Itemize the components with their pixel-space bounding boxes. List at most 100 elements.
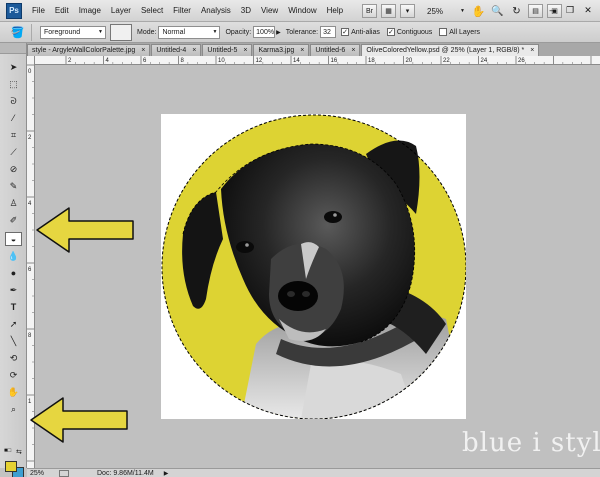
menu-analysis[interactable]: Analysis	[199, 4, 233, 17]
close-tab-icon[interactable]: ×	[300, 47, 304, 54]
close-tab-icon[interactable]: ×	[243, 47, 247, 54]
antialias-checkbox[interactable]: ✓	[341, 28, 350, 36]
close-tab-icon[interactable]: ×	[141, 47, 145, 54]
move-icon[interactable]: ➤	[5, 60, 22, 74]
restore-icon[interactable]: ❐	[564, 4, 576, 16]
ruler-label: 18	[368, 58, 375, 64]
hand-tool-icon[interactable]: ✋	[471, 4, 486, 18]
chevron-right-icon[interactable]: ▶	[164, 470, 169, 477]
crop-icon[interactable]: ⌗	[5, 128, 22, 142]
chevron-right-icon[interactable]: ▶	[276, 29, 281, 36]
tab-karma3[interactable]: Karma3.jpg ×	[253, 44, 310, 56]
dog-photo	[161, 114, 466, 419]
bridge-icon[interactable]: Br	[362, 4, 377, 18]
mini-bridge-icon[interactable]: ▦	[381, 4, 396, 18]
extras-icon[interactable]: ▾	[400, 4, 415, 18]
lasso-icon[interactable]: ᘐ	[5, 94, 22, 108]
close-tab-icon[interactable]: ×	[530, 47, 534, 54]
contiguous-checkbox[interactable]: ✓	[386, 28, 395, 36]
quick-select-icon[interactable]: ⁄	[5, 111, 22, 125]
menu-layer[interactable]: Layer	[109, 4, 133, 17]
pattern-picker[interactable]	[110, 23, 132, 41]
stamp-icon[interactable]: ♙	[5, 196, 22, 210]
dodge-icon[interactable]: ●	[5, 266, 22, 280]
type-icon[interactable]: T	[5, 300, 22, 314]
mode-value: Normal	[162, 28, 186, 36]
menu-image[interactable]: Image	[77, 4, 103, 17]
ruler-label: 2	[28, 135, 32, 141]
swap-colors-icon[interactable]: ⇆	[16, 448, 22, 456]
status-bar: 25% Doc: 9.86M/11.4M ▶	[27, 468, 600, 477]
menu-bar: Ps File Edit Image Layer Select Filter A…	[0, 0, 600, 22]
canvas-area[interactable]	[30, 65, 600, 468]
toolbox-grip[interactable]	[0, 43, 26, 54]
3d-rotate-icon[interactable]: ⟲	[5, 351, 22, 365]
tab-untitled-5[interactable]: Untitled-5 ×	[202, 44, 253, 56]
menu-filter[interactable]: Filter	[171, 4, 193, 17]
ruler-label: 16	[331, 58, 338, 64]
minimize-icon[interactable]: –	[546, 4, 558, 16]
menu-3d[interactable]: 3D	[239, 4, 253, 17]
arrow-pointing-paint-bucket	[36, 207, 134, 253]
tolerance-label: Tolerance:	[285, 28, 319, 36]
tab-olive-colored-yellow[interactable]: OliveColoredYellow.psd @ 25% (Layer 1, R…	[361, 44, 540, 56]
healing-icon[interactable]: ⊘	[5, 162, 22, 176]
foreground-color-swatch[interactable]	[5, 461, 17, 472]
path-select-icon[interactable]: ➚	[5, 317, 22, 331]
menu-edit[interactable]: Edit	[53, 4, 71, 17]
tab-untitled-6[interactable]: Untitled-6 ×	[310, 44, 361, 56]
ruler-label: 12	[256, 58, 263, 64]
ruler-ticks: 2 4 6 8 10 12 14 16 18 20 22 24 26	[65, 56, 592, 64]
tab-argyle[interactable]: style - ArgyleWallColorPalette.jpg ×	[27, 44, 151, 56]
zoom-icon[interactable]: ⌕	[5, 402, 22, 416]
close-icon[interactable]: ✕	[582, 4, 594, 16]
shape-icon[interactable]: ╲	[5, 334, 22, 348]
arrow-pointing-foreground-color	[30, 397, 128, 443]
tab-untitled-4[interactable]: Untitled-4 ×	[151, 44, 202, 56]
fill-source-select[interactable]: Foreground ▼	[40, 25, 106, 39]
horizontal-ruler[interactable]: 2 4 6 8 10 12 14 16 18 20 22 24 26	[35, 56, 600, 65]
document-canvas[interactable]	[161, 114, 466, 419]
tolerance-input[interactable]: 32	[320, 26, 337, 38]
menu-help[interactable]: Help	[325, 4, 345, 17]
ruler-label: 4	[28, 201, 32, 207]
brush-icon[interactable]: ✎	[5, 179, 22, 193]
menu-window[interactable]: Window	[286, 4, 318, 17]
opacity-value: 100%	[256, 28, 275, 36]
hand-icon[interactable]: ✋	[5, 385, 22, 399]
zoom-level-dropdown[interactable]: 25% ▼	[427, 4, 465, 18]
pen-icon[interactable]: ✒	[5, 283, 22, 297]
ruler-label: 4	[106, 58, 110, 64]
fill-source-value: Foreground	[44, 28, 81, 36]
marquee-icon[interactable]: ⬚	[5, 77, 22, 91]
default-colors-icon[interactable]: ■□	[4, 448, 11, 454]
history-brush-icon[interactable]: ✐	[5, 213, 22, 227]
menu-view[interactable]: View	[259, 4, 280, 17]
opacity-input[interactable]: 100%	[253, 26, 276, 38]
eyedropper-icon[interactable]: ⟋	[5, 145, 22, 159]
antialias-label: Anti-alias	[351, 28, 380, 36]
paint-bucket-icon[interactable]: ◒	[5, 232, 22, 246]
tab-label: OliveColoredYellow.psd @ 25% (Layer 1, R…	[366, 47, 525, 54]
arrange-documents-icon[interactable]: ▤	[528, 4, 543, 18]
tab-label: Karma3.jpg	[258, 47, 295, 54]
all-layers-checkbox[interactable]	[439, 28, 448, 36]
ruler-label: 26	[518, 58, 525, 64]
menu-select[interactable]: Select	[139, 4, 165, 17]
menu-file[interactable]: File	[30, 4, 47, 17]
mode-select[interactable]: Normal ▼	[158, 25, 221, 39]
status-info-icon[interactable]	[59, 469, 69, 477]
document-tab-bar: style - ArgyleWallColorPalette.jpg × Unti…	[27, 43, 600, 56]
chevron-down-icon: ▼	[98, 29, 103, 35]
close-tab-icon[interactable]: ×	[351, 47, 355, 54]
3d-orbit-icon[interactable]: ⟳	[5, 368, 22, 382]
chevron-down-icon: ▼	[460, 8, 465, 14]
tab-label: Untitled-6	[315, 47, 346, 54]
blur-icon[interactable]: 💧	[5, 249, 22, 263]
status-zoom[interactable]: 25%	[27, 470, 55, 477]
paint-bucket-preset-icon[interactable]: 🪣	[4, 23, 32, 41]
close-tab-icon[interactable]: ×	[192, 47, 196, 54]
rotate-view-icon[interactable]: ↻	[509, 4, 524, 18]
status-doc-size: Doc: 9.86M/11.4M	[97, 469, 154, 477]
zoom-tool-icon[interactable]: 🔍	[490, 4, 505, 18]
